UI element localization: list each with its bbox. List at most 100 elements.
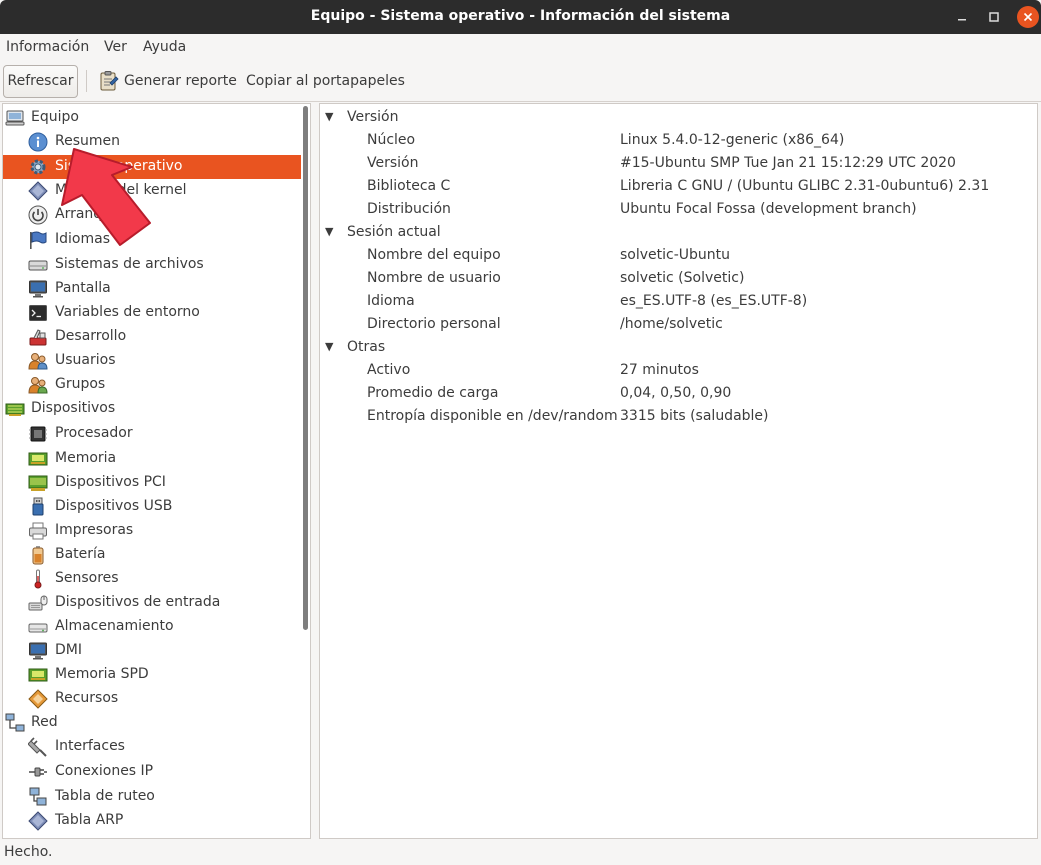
detail-row: Idioma es_ES.UTF-8 (es_ES.UTF-8) [320, 290, 1037, 313]
monitor-icon [29, 280, 47, 298]
tree-item-dispositivos-entrada[interactable]: Dispositivos de entrada [3, 591, 301, 615]
close-button[interactable] [1017, 6, 1039, 28]
expander-down-icon[interactable]: ▼ [325, 225, 333, 238]
tree-label: Sensores [55, 570, 119, 586]
minimize-button[interactable] [951, 6, 973, 28]
plug-icon [28, 737, 47, 757]
tree-label: Dispositivos de entrada [55, 594, 221, 610]
window-title: Equipo - Sistema operativo - Información… [310, 8, 731, 24]
tree-label: Memoria [55, 450, 117, 466]
expander-down-icon[interactable]: ▼ [325, 110, 333, 123]
detail-value: es_ES.UTF-8 (es_ES.UTF-8) [620, 293, 808, 309]
detail-key: Nombre de usuario [367, 270, 501, 286]
details-panel: ▼ Versión Núcleo Linux 5.4.0-12-generic (… [319, 103, 1038, 839]
tree-label: Dispositivos USB [55, 498, 173, 514]
section-other[interactable]: ▼ Otras [320, 336, 1037, 359]
storage-icon [28, 623, 48, 633]
detail-row: Núcleo Linux 5.4.0-12-generic (x86_64) [320, 129, 1037, 152]
power-icon [28, 205, 48, 225]
maximize-button[interactable] [983, 6, 1005, 28]
flag-icon [30, 231, 47, 249]
detail-key: Entropía disponible en /dev/random [367, 408, 618, 424]
tree-item-almacenamiento[interactable]: Almacenamiento [3, 615, 301, 639]
tree-label: Impresoras [55, 522, 134, 538]
cpu-icon [29, 426, 47, 442]
detail-key: Nombre del equipo [367, 247, 501, 263]
toolbar: Refrescar Generar reporte Copiar al port… [0, 60, 1041, 102]
maximize-icon [989, 12, 999, 22]
tree-item-dmi[interactable]: DMI [3, 639, 301, 663]
tree-category-equipo[interactable]: Equipo [3, 106, 301, 130]
printer-icon [29, 522, 47, 540]
tools-icon [29, 329, 47, 346]
users-icon [28, 353, 48, 370]
detail-value: #15-Ubuntu SMP Tue Jan 21 15:12:29 UTC 2… [620, 155, 956, 171]
copy-clipboard-button[interactable]: Copiar al portapapeles [246, 65, 405, 98]
tree-label: Conexiones IP [55, 763, 154, 779]
diamond-icon [28, 181, 48, 201]
annotation-arrow-icon [61, 148, 151, 246]
tree-item-desarrollo[interactable]: Desarrollo [3, 325, 301, 349]
menu-ver[interactable]: Ver [104, 39, 127, 55]
tree-item-memoria[interactable]: Memoria [3, 447, 301, 471]
detail-row: Nombre del equipo solvetic-Ubuntu [320, 244, 1037, 267]
detail-row: Versión #15-Ubuntu SMP Tue Jan 21 15:12:2… [320, 152, 1037, 175]
detail-key: Versión [367, 155, 419, 171]
tree-label: Grupos [55, 376, 106, 392]
pci-card-icon [28, 475, 48, 491]
tree-item-bateria[interactable]: Batería [3, 543, 301, 567]
section-session[interactable]: ▼ Sesión actual [320, 221, 1037, 244]
resources-icon [28, 689, 48, 709]
spd-icon [28, 668, 48, 682]
tree-label: Almacenamiento [55, 618, 174, 634]
tree-item-grupos[interactable]: Grupos [3, 373, 301, 397]
tree-item-usuarios[interactable]: Usuarios [3, 349, 301, 373]
thermometer-icon [34, 569, 42, 589]
usb-icon [32, 497, 44, 516]
tree-item-sensores[interactable]: Sensores [3, 567, 301, 591]
generate-report-button[interactable]: Generar reporte [98, 65, 237, 98]
tree-item-dispositivos-pci[interactable]: Dispositivos PCI [3, 471, 301, 495]
close-icon [1023, 12, 1033, 22]
tree-label: Red [31, 714, 58, 730]
menu-ayuda[interactable]: Ayuda [143, 39, 186, 55]
tree-item-interfaces[interactable]: Interfaces [3, 735, 301, 759]
tree-item-pantalla[interactable]: Pantalla [3, 277, 301, 301]
tree-item-variables-entorno[interactable]: Variables de entorno [3, 301, 301, 325]
network-icon [5, 713, 25, 732]
detail-value: Libreria C GNU / (Ubuntu GLIBC 2.31-0ubu… [620, 178, 990, 194]
tree-item-impresoras[interactable]: Impresoras [3, 519, 301, 543]
tree-item-tabla-ruteo[interactable]: Tabla de ruteo [3, 785, 301, 809]
detail-value: solvetic-Ubuntu [620, 247, 731, 263]
tree-item-recursos[interactable]: Recursos [3, 687, 301, 711]
expander-down-icon[interactable]: ▼ [325, 340, 333, 353]
detail-row: Promedio de carga 0,04, 0,50, 0,90 [320, 382, 1037, 405]
tree-item-tabla-arp[interactable]: Tabla ARP [3, 809, 301, 833]
detail-value: 27 minutos [620, 362, 699, 378]
menu-informacion[interactable]: Información [6, 39, 89, 55]
tree-item-dispositivos-usb[interactable]: Dispositivos USB [3, 495, 301, 519]
tree-category-red[interactable]: Red [3, 711, 301, 735]
tree-label: Dispositivos PCI [55, 474, 166, 490]
detail-value: solvetic (Solvetic) [620, 270, 745, 286]
generate-report-label: Generar reporte [124, 73, 237, 89]
tree-label: Tabla de ruteo [55, 788, 155, 804]
tree-label: Tabla ARP [55, 812, 124, 828]
section-version[interactable]: ▼ Versión [320, 106, 1037, 129]
tree-item-memoria-spd[interactable]: Memoria SPD [3, 663, 301, 687]
tree-category-dispositivos[interactable]: Dispositivos [3, 397, 301, 421]
sidebar-scrollbar[interactable] [303, 106, 308, 630]
tree-item-procesador[interactable]: Procesador [3, 422, 301, 446]
detail-key: Activo [367, 362, 411, 378]
tree-label: Equipo [31, 109, 79, 125]
gear-icon [30, 159, 46, 175]
refresh-button[interactable]: Refrescar [3, 65, 78, 98]
minimize-icon [958, 19, 966, 21]
arp-icon [28, 811, 48, 831]
detail-key: Biblioteca C [367, 178, 451, 194]
tree-label: Recursos [55, 690, 119, 706]
tree-item-conexiones-ip[interactable]: Conexiones IP [3, 760, 301, 784]
detail-value: Ubuntu Focal Fossa (development branch) [620, 201, 917, 217]
tree-item-sistemas-archivos[interactable]: Sistemas de archivos [3, 253, 301, 277]
detail-value: /home/solvetic [620, 316, 723, 332]
